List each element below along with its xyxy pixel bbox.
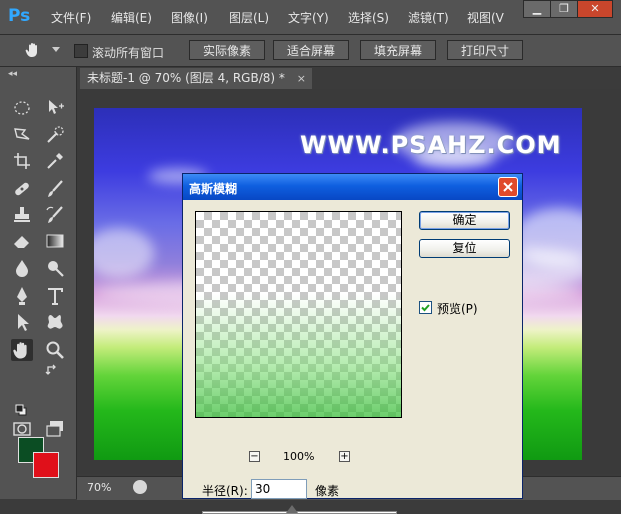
history-brush-icon[interactable] — [44, 204, 66, 226]
document-tab-bar: 未标题-1 @ 70% (图层 4, RGB/8) * × — [77, 67, 621, 89]
dodge-icon[interactable] — [44, 257, 66, 279]
preview-label: 预览(P) — [437, 302, 478, 316]
collapse-panel-icon[interactable]: ◂◂ — [8, 69, 17, 79]
blur-preview[interactable] — [195, 211, 402, 418]
print-size-button[interactable]: 打印尺寸 — [447, 40, 523, 60]
window-controls: ▁ ❐ ✕ — [523, 0, 613, 18]
default-colors-icon[interactable] — [15, 404, 27, 416]
document-tab[interactable]: 未标题-1 @ 70% (图层 4, RGB/8) * × — [80, 68, 312, 89]
radius-input[interactable] — [251, 479, 307, 499]
fill-screen-button[interactable]: 填充屏幕 — [360, 40, 436, 60]
quick-select-icon[interactable] — [44, 124, 66, 146]
path-select-icon[interactable] — [11, 311, 33, 333]
scroll-all-label: 滚动所有窗口 — [92, 46, 165, 60]
preview-zoom-level: 100% — [283, 450, 315, 463]
healing-brush-icon[interactable] — [11, 178, 33, 200]
document-tab-title: 未标题-1 @ 70% (图层 4, RGB/8) * — [87, 71, 285, 85]
document-info-icon[interactable] — [133, 480, 147, 494]
minimize-button[interactable]: ▁ — [523, 0, 551, 18]
menu-layer[interactable]: 图层(L) — [229, 9, 269, 26]
preset-dropdown-icon[interactable] — [52, 47, 60, 52]
menu-filter[interactable]: 滤镜(T) — [408, 9, 449, 26]
zoom-icon[interactable] — [44, 339, 66, 361]
radius-slider-thumb[interactable] — [285, 505, 298, 513]
close-button[interactable]: ✕ — [577, 0, 613, 18]
menu-select[interactable]: 选择(S) — [348, 9, 389, 26]
status-zoom-field[interactable]: 70% — [81, 480, 127, 496]
background-color-swatch[interactable] — [33, 452, 59, 478]
fit-screen-button[interactable]: 适合屏幕 — [273, 40, 349, 60]
menu-file[interactable]: 文件(F) — [51, 9, 91, 26]
gaussian-blur-dialog: 高斯模糊 − 100% + 确定 复位 预览(P) 半径(R): 像素 — [182, 173, 523, 514]
hand-icon[interactable] — [11, 339, 33, 361]
menu-edit[interactable]: 编辑(E) — [111, 9, 152, 26]
close-tab-icon[interactable]: × — [297, 68, 306, 89]
ok-button[interactable]: 确定 — [419, 211, 510, 230]
blur-icon[interactable] — [11, 257, 33, 279]
actual-pixels-button[interactable]: 实际像素 — [189, 40, 265, 60]
quick-mask-icon[interactable] — [11, 418, 33, 440]
scroll-all-checkbox[interactable] — [74, 44, 88, 58]
type-icon[interactable] — [44, 285, 66, 307]
screen-mode-icon[interactable] — [44, 418, 66, 440]
dialog-body: − 100% + 确定 复位 预览(P) 半径(R): 像素 — [183, 200, 522, 514]
tool-panel: ◂◂ — [0, 67, 77, 499]
clone-stamp-icon[interactable] — [11, 204, 33, 226]
dialog-titlebar[interactable]: 高斯模糊 — [183, 174, 522, 200]
radius-label: 半径(R): — [202, 484, 248, 498]
reset-button[interactable]: 复位 — [419, 239, 510, 258]
dialog-title: 高斯模糊 — [189, 182, 238, 196]
swap-colors-icon[interactable] — [45, 363, 59, 377]
menu-image[interactable]: 图像(I) — [171, 9, 208, 26]
hand-tool-preset-icon[interactable] — [24, 41, 42, 59]
options-bar: 滚动所有窗口 实际像素 适合屏幕 填充屏幕 打印尺寸 — [0, 35, 621, 67]
dialog-close-button[interactable] — [498, 177, 518, 197]
radius-unit: 像素 — [315, 484, 340, 498]
brush-icon[interactable] — [44, 178, 66, 200]
menu-type[interactable]: 文字(Y) — [288, 9, 329, 26]
photoshop-logo: Ps — [8, 6, 31, 26]
custom-shape-icon[interactable] — [44, 311, 66, 333]
eraser-icon[interactable] — [11, 230, 33, 252]
watermark-text: WWW.PSAHZ.COM — [300, 131, 562, 159]
lasso-icon[interactable] — [11, 124, 33, 146]
restore-button[interactable]: ❐ — [550, 0, 578, 18]
gradient-icon[interactable] — [44, 230, 66, 252]
zoom-in-button[interactable]: + — [339, 451, 350, 462]
menu-view[interactable]: 视图(V — [467, 9, 504, 26]
crop-icon[interactable] — [11, 150, 33, 172]
pen-icon[interactable] — [11, 285, 33, 307]
marquee-icon[interactable] — [11, 97, 33, 119]
zoom-out-button[interactable]: − — [249, 451, 260, 462]
preview-checkbox[interactable] — [419, 301, 432, 314]
move-icon[interactable] — [44, 97, 66, 119]
eyedropper-icon[interactable] — [44, 150, 66, 172]
menu-bar: Ps 文件(F) 编辑(E) 图像(I) 图层(L) 文字(Y) 选择(S) 滤… — [0, 0, 621, 35]
